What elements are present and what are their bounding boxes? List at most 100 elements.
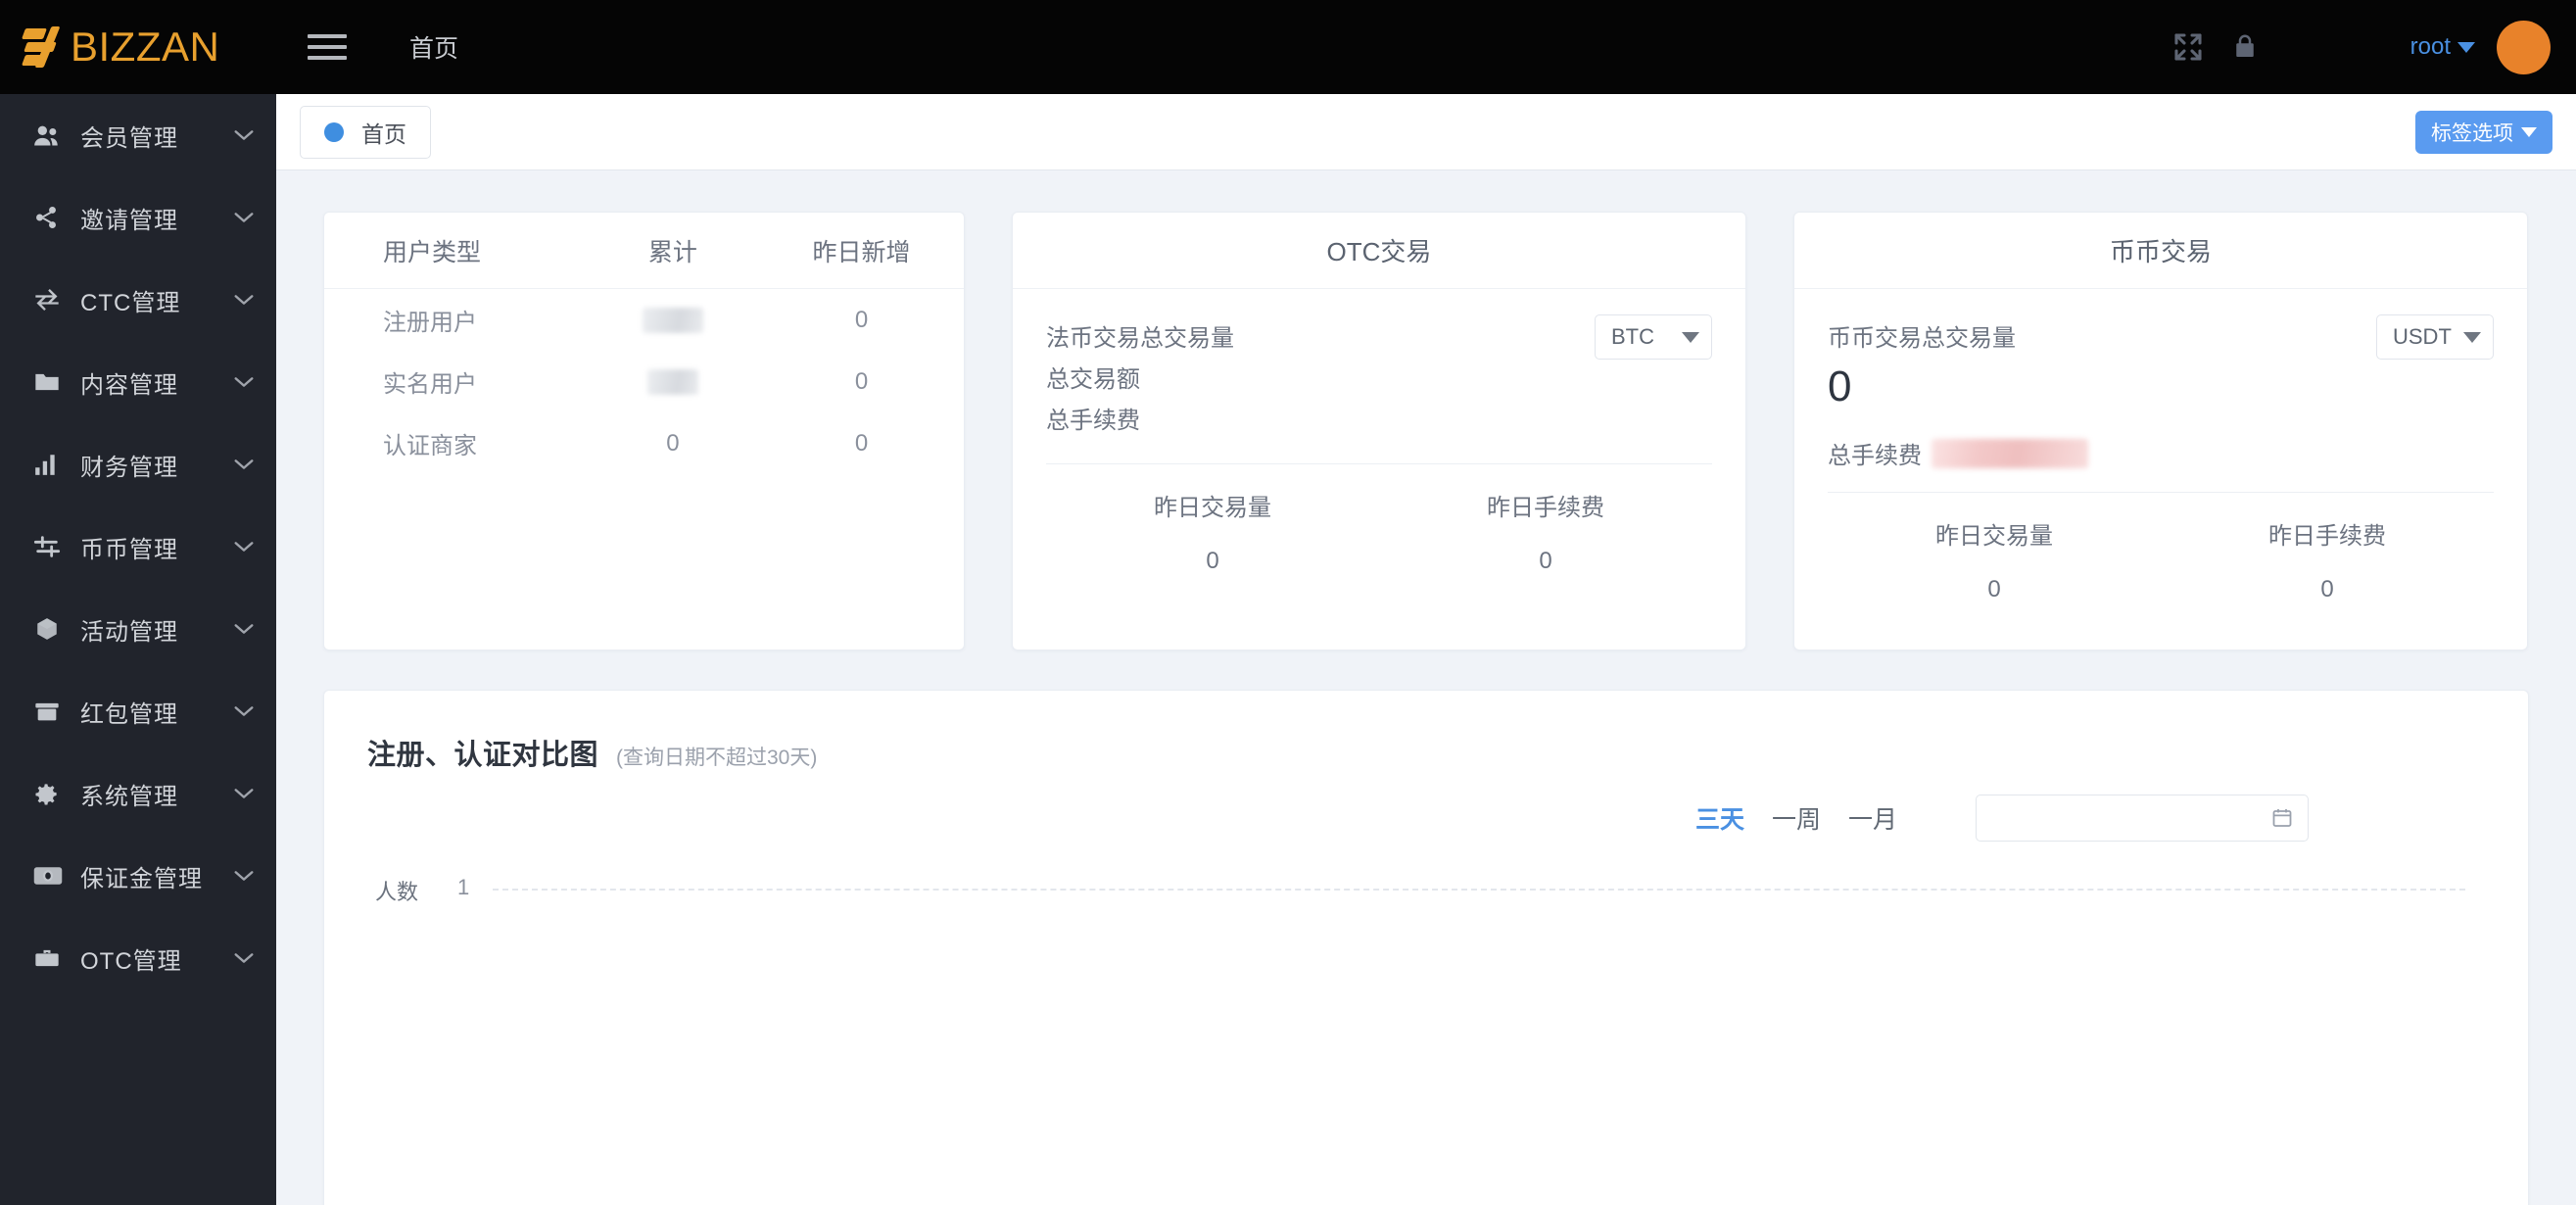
coin-yesterday-fee-value: 0 bbox=[2320, 576, 2334, 602]
sidebar-item-activity-management[interactable]: 活动管理 bbox=[0, 588, 276, 670]
coin-total-fee-row: 总手续费 bbox=[1828, 436, 2494, 470]
table-row: 认证商家 0 0 bbox=[324, 412, 964, 474]
main-content: 用户类型 累计 昨日新增 注册用户 0 实名用户 0 认证商家 0 0 OTC交… bbox=[276, 170, 2576, 1205]
brand-logo-text: BIZZAN bbox=[71, 24, 220, 70]
sidebar-item-label: 活动管理 bbox=[80, 618, 178, 646]
chart-y-tick: 1 bbox=[457, 875, 470, 899]
redacted-value bbox=[646, 369, 698, 396]
briefcase-icon bbox=[33, 946, 67, 970]
otc-currency-value: BTC bbox=[1611, 324, 1654, 349]
sidebar-item-finance-management[interactable]: 财务管理 bbox=[0, 423, 276, 506]
user-stats-table: 用户类型 累计 昨日新增 注册用户 0 实名用户 0 认证商家 0 0 bbox=[324, 213, 964, 474]
otc-yesterday-volume-value: 0 bbox=[1206, 548, 1219, 574]
chevron-down-icon bbox=[233, 704, 255, 718]
top-bar-actions: root bbox=[2160, 19, 2576, 75]
bizzan-logo-icon bbox=[21, 26, 67, 68]
sidebar-item-invite-management[interactable]: 邀请管理 bbox=[0, 176, 276, 259]
top-bar: BIZZAN 首页 root bbox=[0, 0, 2576, 94]
coin-total-volume-value: 0 bbox=[1828, 362, 1852, 410]
coin-yesterday-fee: 昨日手续费 0 bbox=[2161, 516, 2494, 603]
cell-user-type: 注册用户 bbox=[383, 310, 477, 336]
cell-yesterday: 0 bbox=[854, 367, 869, 395]
users-icon bbox=[33, 123, 67, 147]
page-title: 注册、认证对比图 bbox=[367, 740, 599, 771]
sidebar-item-system-management[interactable]: 系统管理 bbox=[0, 752, 276, 835]
coin-yesterday-volume-label: 昨日交易量 bbox=[1935, 523, 2053, 550]
caret-down-icon bbox=[1682, 331, 1699, 343]
chevron-down-icon bbox=[233, 293, 255, 307]
caret-down-icon bbox=[2521, 126, 2537, 137]
hamburger-icon[interactable] bbox=[308, 27, 351, 67]
range-three-days[interactable]: 三天 bbox=[1682, 800, 1758, 836]
sidebar-item-redpacket-management[interactable]: 红包管理 bbox=[0, 670, 276, 752]
chevron-down-icon bbox=[233, 540, 255, 554]
divider bbox=[1046, 463, 1712, 464]
otc-yesterday-volume: 昨日交易量 0 bbox=[1046, 488, 1379, 575]
lock-icon[interactable] bbox=[2217, 19, 2273, 75]
calendar-icon bbox=[2270, 806, 2294, 830]
money-bill-icon bbox=[33, 865, 67, 887]
tab-home[interactable]: 首页 bbox=[300, 105, 431, 159]
sidebar-item-deposit-management[interactable]: 保证金管理 bbox=[0, 835, 276, 917]
range-one-month[interactable]: 一月 bbox=[1835, 800, 1911, 836]
otc-total-amount-label: 总交易额 bbox=[1046, 366, 1140, 393]
tab-label: 首页 bbox=[361, 120, 406, 147]
table-row: 注册用户 0 bbox=[324, 289, 964, 351]
otc-trade-card: OTC交易 BTC 法币交易总交易量 总交易额 总手续费 昨日交易量 0 昨日手… bbox=[1012, 212, 1746, 651]
avatar[interactable] bbox=[2497, 20, 2551, 74]
redacted-value bbox=[642, 308, 703, 334]
chevron-down-icon bbox=[233, 622, 255, 636]
chevron-down-icon bbox=[233, 787, 255, 800]
table-header-row: 用户类型 累计 昨日新增 bbox=[324, 213, 964, 289]
cell-total-redacted bbox=[587, 368, 759, 396]
range-one-week[interactable]: 一周 bbox=[1758, 800, 1835, 836]
sidebar-item-label: 内容管理 bbox=[80, 371, 178, 399]
fullscreen-icon[interactable] bbox=[2160, 19, 2217, 75]
otc-yesterday-fee-value: 0 bbox=[1539, 548, 1552, 574]
otc-currency-select[interactable]: BTC bbox=[1595, 314, 1712, 360]
coin-currency-select[interactable]: USDT bbox=[2376, 314, 2494, 360]
coin-yesterday-fee-label: 昨日手续费 bbox=[2268, 523, 2386, 550]
coin-card-body: USDT 币币交易总交易量 0 总手续费 昨日交易量 0 昨日手续费 0 bbox=[1794, 289, 2527, 603]
brand-logo[interactable]: BIZZAN bbox=[0, 0, 276, 94]
tab-options-button[interactable]: 标签选项 bbox=[2415, 110, 2552, 154]
sidebar-item-ctc-management[interactable]: CTC管理 bbox=[0, 259, 276, 341]
redacted-value bbox=[1932, 438, 2088, 468]
caret-down-icon bbox=[2463, 331, 2481, 343]
sidebar-item-member-management[interactable]: 会员管理 bbox=[0, 94, 276, 176]
sidebar-item-coin-management[interactable]: 币币管理 bbox=[0, 506, 276, 588]
coin-card-title: 币币交易 bbox=[1794, 213, 2527, 289]
summary-cards-row: 用户类型 累计 昨日新增 注册用户 0 实名用户 0 认证商家 0 0 OTC交… bbox=[323, 212, 2529, 651]
tab-strip: 首页 标签选项 bbox=[276, 94, 2576, 170]
breadcrumb[interactable]: 首页 bbox=[409, 29, 458, 65]
sidebar-item-label: OTC管理 bbox=[80, 947, 182, 975]
table-row: 实名用户 0 bbox=[324, 351, 964, 412]
chevron-down-icon bbox=[233, 375, 255, 389]
registration-comparison-chart-panel: 注册、认证对比图 (查询日期不超过30天) 三天 一周 一月 人数 1 bbox=[323, 690, 2529, 1205]
divider bbox=[1828, 492, 2494, 493]
sidebar-item-content-management[interactable]: 内容管理 bbox=[0, 341, 276, 423]
caret-down-icon bbox=[2457, 41, 2475, 53]
otc-total-fee-label: 总手续费 bbox=[1046, 408, 1140, 434]
bar-chart-icon bbox=[33, 453, 67, 476]
sidebar-item-label: 币币管理 bbox=[80, 536, 178, 563]
chart-y-axis-label: 人数 bbox=[375, 880, 419, 904]
sidebar-item-label: 邀请管理 bbox=[80, 207, 178, 234]
cell-yesterday: 0 bbox=[854, 306, 869, 333]
chevron-down-icon bbox=[233, 458, 255, 471]
sidebar-item-label: 系统管理 bbox=[80, 783, 178, 810]
user-name-label: root bbox=[2409, 33, 2451, 60]
chart-header: 注册、认证对比图 (查询日期不超过30天) bbox=[367, 732, 2485, 773]
sidebar-item-otc-management[interactable]: OTC管理 bbox=[0, 917, 276, 999]
coin-trade-card: 币币交易 USDT 币币交易总交易量 0 总手续费 昨日交易量 0 昨日手续费 … bbox=[1793, 212, 2528, 651]
otc-card-body: BTC 法币交易总交易量 总交易额 总手续费 昨日交易量 0 昨日手续费 0 bbox=[1013, 289, 1745, 575]
coin-total-fee-label: 总手续费 bbox=[1828, 443, 1922, 469]
cube-icon bbox=[33, 616, 67, 642]
sidebar-item-label: 红包管理 bbox=[80, 700, 178, 728]
cell-total: 0 bbox=[666, 429, 680, 457]
date-range-input[interactable] bbox=[1976, 795, 2309, 842]
sidebar-item-label: CTC管理 bbox=[80, 289, 181, 316]
chart-subtitle: (查询日期不超过30天) bbox=[616, 747, 818, 769]
user-menu[interactable]: root bbox=[2410, 33, 2475, 61]
share-icon bbox=[33, 205, 67, 230]
